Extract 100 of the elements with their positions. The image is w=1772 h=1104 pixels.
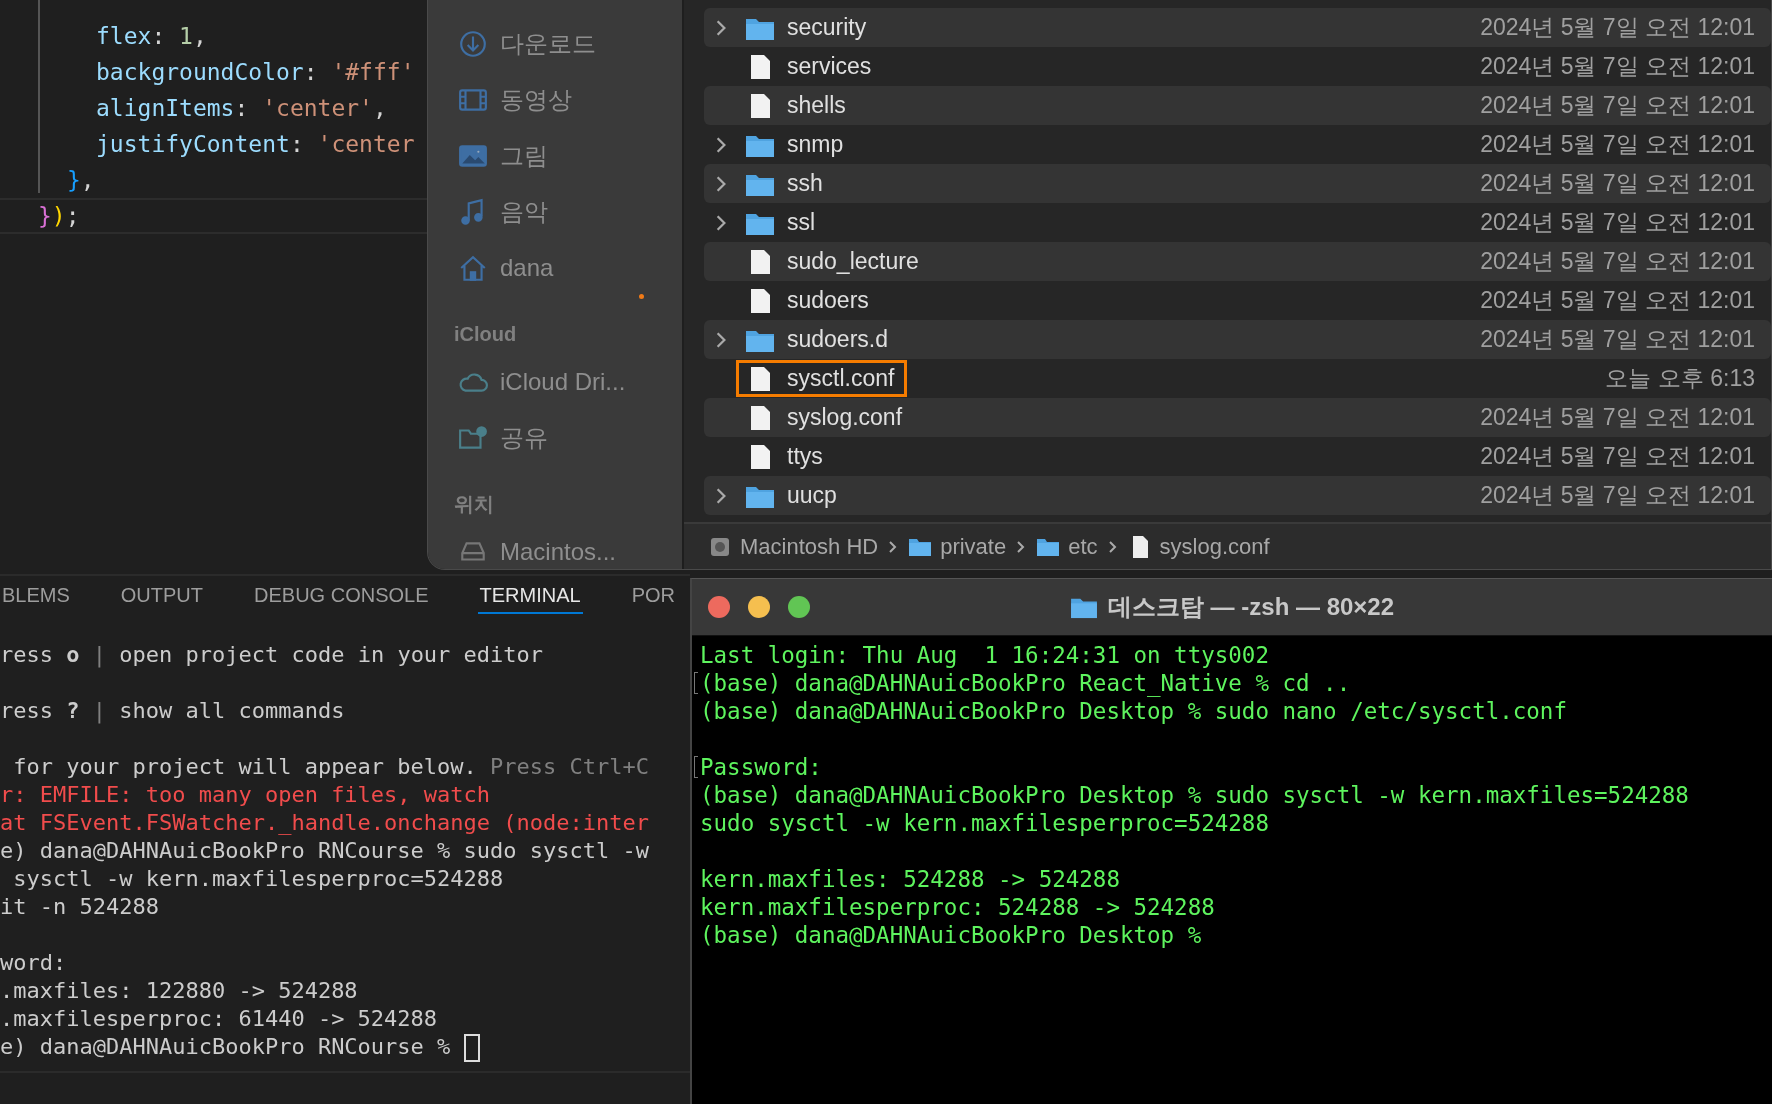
terminal-line: e) dana@DAHNAuicBookPro RNCourse % [0, 1033, 690, 1061]
terminal-line: for your project will appear below. Press Ctrl+C [12, 753, 650, 781]
file-date: 2024년 5월 7일 오전 12:01 [1480, 442, 1755, 471]
terminal-line: e) dana@DAHNAuicBookPro RNCourse % sudo sysctl -w [0, 837, 650, 865]
terminal-line: .maxfilesperproc: 61440 -> 524288 [0, 1005, 439, 1033]
file-name: ssl [787, 209, 816, 236]
file-name: ttys [787, 443, 823, 470]
home-icon [458, 253, 488, 283]
sidebar-section-title: iCloud [453, 322, 518, 347]
chevron-icon[interactable] [714, 18, 728, 37]
file-date: 2024년 5월 7일 오전 12:01 [1480, 247, 1755, 276]
terminal-line: ress ? | show all commands [0, 697, 346, 725]
chevron-icon[interactable] [714, 213, 728, 232]
dot-icon [639, 294, 644, 299]
code-line: backgroundColor: '#fff' [95, 58, 416, 87]
file-date: 2024년 5월 7일 오전 12:01 [1480, 403, 1755, 432]
path-item[interactable]: private [908, 533, 1007, 560]
file-name: sysctl.conf [787, 365, 895, 392]
terminal-line: sysctl -w kern.maxfilesperproc=524288 [12, 865, 505, 893]
sidebar-section-title: 위치 [453, 492, 495, 517]
chevron-icon[interactable] [714, 135, 728, 154]
panel-tab[interactable]: DEBUG CONSOLE [252, 578, 431, 614]
terminal-line: .maxfiles: 122880 -> 524288 [0, 977, 359, 1005]
code-line: }, [66, 166, 96, 195]
code-line: justifyContent: 'center [95, 130, 416, 159]
download-icon [458, 29, 488, 59]
sidebar-item[interactable]: 공유 [428, 410, 682, 466]
file-date: 2024년 5월 7일 오전 12:01 [1480, 325, 1755, 354]
panel-tab[interactable]: POR [629, 578, 677, 614]
terminal-line: ress o | open project code in your editor [0, 641, 545, 669]
file-date: 2024년 5월 7일 오전 12:01 [1480, 481, 1755, 510]
chevron-icon[interactable] [714, 330, 728, 349]
terminal-line: kern.maxfiles: 524288 -> 524288 [700, 866, 1120, 892]
zoom-button[interactable] [788, 596, 810, 618]
file-date: 2024년 5월 7일 오전 12:01 [1480, 130, 1755, 159]
file-name: sudoers [787, 287, 869, 314]
path-item[interactable]: etc [1036, 533, 1098, 560]
file-row[interactable]: ttys 2024년 5월 7일 오전 12:01 [704, 437, 1771, 476]
chevron-icon[interactable] [714, 486, 728, 505]
file-row[interactable]: syslog.conf 2024년 5월 7일 오전 12:01 [704, 398, 1771, 437]
terminal-line: (base) dana@DAHNAuicBookPro Desktop % sudo sysctl -w kern.maxfiles=524288 [700, 782, 1689, 808]
file-date: 2024년 5월 7일 오전 12:01 [1480, 13, 1755, 42]
terminal-line: (base) dana@DAHNAuicBookPro Desktop % sudo nano /etc/sysctl.conf [700, 698, 1567, 724]
path-item[interactable]: syslog.conf [1127, 533, 1270, 560]
terminal-line: it -n 524288 [0, 893, 160, 921]
file-name: syslog.conf [787, 404, 903, 431]
file-name: snmp [787, 131, 844, 158]
file-row[interactable]: uucp 2024년 5월 7일 오전 12:01 [704, 476, 1771, 515]
file-date: 2024년 5월 7일 오전 12:01 [1480, 52, 1755, 81]
file-name: security [787, 14, 867, 41]
file-row[interactable]: sysctl.conf 오늘 오후 6:13 [704, 359, 1771, 398]
file-name: sudoers.d [787, 326, 888, 353]
file-date: 오늘 오후 6:13 [1605, 364, 1755, 393]
chevron-icon [1107, 538, 1118, 555]
sidebar-item[interactable]: 음악 [428, 184, 682, 240]
terminal-line: r: EMFILE: too many open files, watch [0, 781, 492, 809]
file-row[interactable]: sudoers 2024년 5월 7일 오전 12:01 [704, 281, 1771, 320]
panel-tab[interactable]: TERMINAL [477, 578, 583, 614]
file-row[interactable]: sudo_lecture 2024년 5월 7일 오전 12:01 [704, 242, 1771, 281]
file-row[interactable]: snmp 2024년 5월 7일 오전 12:01 [704, 125, 1771, 164]
terminal-line: (base) dana@DAHNAuicBookPro Desktop % [700, 922, 1202, 948]
file-date: 2024년 5월 7일 오전 12:01 [1480, 286, 1755, 315]
file-row[interactable]: services 2024년 5월 7일 오전 12:01 [704, 47, 1771, 86]
window-title: 데스크탑 — -zsh — 80×22 [1107, 592, 1395, 622]
panel-tab[interactable]: BLEMS [0, 578, 72, 614]
file-date: 2024년 5월 7일 오전 12:01 [1480, 208, 1755, 237]
code-line: }); [0, 198, 427, 234]
terminal-line: sudo sysctl -w kern.maxfilesperproc=524288 [700, 810, 1269, 836]
code-line: alignItems: 'center', [95, 94, 388, 123]
panel-tab[interactable]: OUTPUT [118, 578, 206, 614]
file-row[interactable]: ssh 2024년 5월 7일 오전 12:01 [704, 164, 1771, 203]
file-name: services [787, 53, 872, 80]
terminal-line: word: [0, 949, 68, 977]
file-row[interactable]: security 2024년 5월 7일 오전 12:01 [704, 8, 1771, 47]
file-name: sudo_lecture [787, 248, 919, 275]
terminal-line: kern.maxfilesperproc: 524288 -> 524288 [700, 894, 1215, 920]
terminal-line: (base) dana@DAHNAuicBookPro React_Native % cd .. [700, 670, 1351, 696]
terminal-line: Password: [700, 754, 822, 780]
code-line: flex: 1, [95, 22, 208, 51]
file-name: ssh [787, 170, 823, 197]
chevron-icon [888, 538, 899, 555]
minimize-button[interactable] [748, 596, 770, 618]
path-item[interactable]: Macintosh HD [708, 533, 879, 560]
file-name: uucp [787, 482, 837, 509]
sidebar-item[interactable]: Macintos... [428, 524, 682, 569]
sidebar-item[interactable]: 동영상 [428, 72, 682, 128]
close-button[interactable] [708, 596, 730, 618]
sidebar-item[interactable]: 그림 [428, 128, 682, 184]
terminal-line: Last login: Thu Aug 1 16:24:31 on ttys002 [700, 642, 1269, 668]
sidebar-item[interactable]: 다운로드 [428, 16, 682, 72]
file-row[interactable]: ssl 2024년 5월 7일 오전 12:01 [704, 203, 1771, 242]
sidebar-item[interactable]: iCloud Dri... [428, 354, 682, 410]
file-date: 2024년 5월 7일 오전 12:01 [1480, 169, 1755, 198]
file-name: shells [787, 92, 846, 119]
file-date: 2024년 5월 7일 오전 12:01 [1480, 91, 1755, 120]
chevron-icon [1016, 538, 1027, 555]
file-row[interactable]: sudoers.d 2024년 5월 7일 오전 12:01 [704, 320, 1771, 359]
file-row[interactable]: shells 2024년 5월 7일 오전 12:01 [704, 86, 1771, 125]
chevron-icon[interactable] [714, 174, 728, 193]
sidebar-item[interactable]: dana [428, 240, 682, 296]
